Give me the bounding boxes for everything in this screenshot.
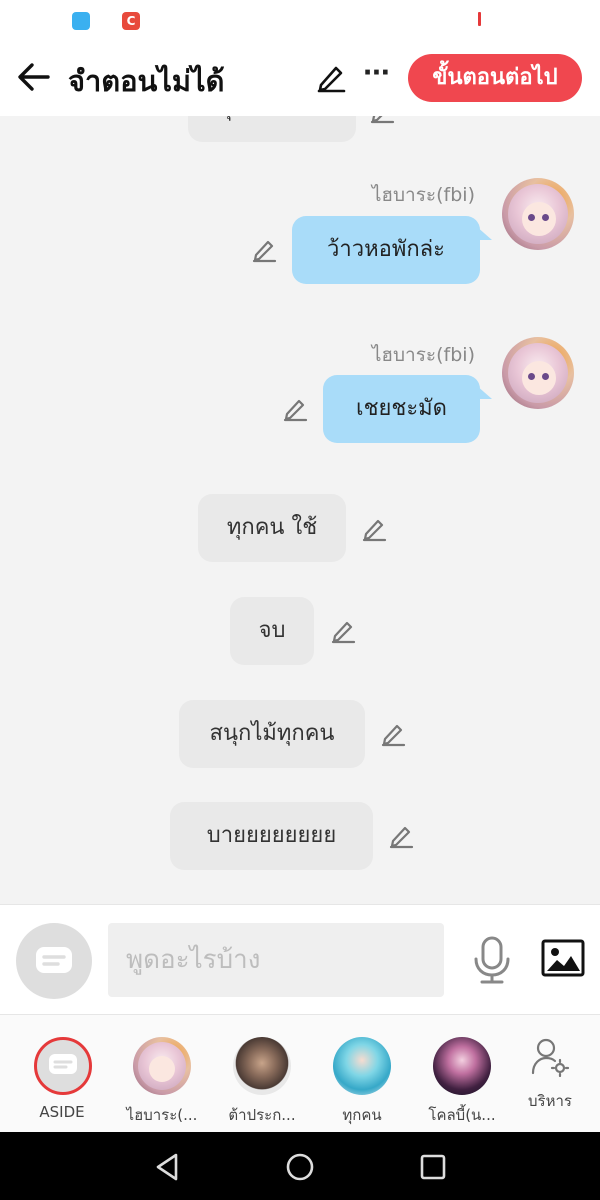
aside-avatar (34, 1037, 92, 1095)
message-bubble[interactable]: จบ (230, 597, 314, 665)
avatar (133, 1037, 191, 1095)
tab-label: โคลบี้(น... (428, 1106, 496, 1124)
bubble-tail (476, 226, 492, 240)
avatar[interactable] (502, 178, 574, 250)
pencil-icon (317, 66, 346, 93)
tab-label: บริหาร (528, 1092, 572, 1110)
status-bar: C (0, 0, 600, 44)
bubble-tail (476, 385, 492, 399)
tab-character[interactable]: ต้าประก... (212, 1015, 312, 1133)
tab-character[interactable]: โคลบี้(น... (412, 1015, 512, 1133)
page-title: จำตอนไม่ได้ (68, 64, 225, 98)
tab-character[interactable]: ทุกคน (312, 1015, 412, 1133)
back-button[interactable] (14, 56, 56, 98)
tab-label: ไฮบาระ(... (126, 1106, 198, 1124)
pencil-icon[interactable] (379, 719, 407, 747)
nav-recents-button[interactable] (416, 1150, 450, 1184)
nav-home-button[interactable] (283, 1150, 317, 1184)
sender-name: ไฮบาระ(fbi) (371, 344, 475, 366)
chat-area[interactable]: ทุกคน นั่นแ ไฮบาระ(fbi) ว้าวหอพักล่ะ ไฮบ… (0, 116, 600, 904)
system-nav-bar (0, 1132, 600, 1200)
triangle-back-icon (156, 1153, 178, 1181)
app-notification-icon: C (122, 12, 140, 30)
chat-bubble-icon (49, 1054, 77, 1074)
message-bubble[interactable]: ว้าวหอพักล่ะ (292, 216, 480, 284)
tab-label: ต้าประก... (228, 1106, 296, 1124)
sender-name: ไฮบาระ(fbi) (371, 184, 475, 206)
pencil-icon[interactable] (281, 394, 309, 422)
image-icon (541, 939, 585, 977)
next-step-button[interactable]: ขั้นตอนต่อไป (408, 54, 582, 102)
pencil-icon[interactable] (368, 116, 396, 124)
circle-home-icon (286, 1153, 314, 1181)
pencil-icon[interactable] (387, 821, 415, 849)
composer-bar (0, 904, 600, 1014)
message-input[interactable] (108, 923, 444, 997)
chat-bubble-icon (36, 947, 72, 973)
avatar (333, 1037, 391, 1095)
avatar (433, 1037, 491, 1095)
message-bubble[interactable]: เชยชะมัด (323, 375, 480, 443)
message-bubble[interactable]: ทุกคน ใช้ (198, 494, 346, 562)
pencil-icon[interactable] (360, 514, 388, 542)
tab-character[interactable]: ไฮบาระ(... (112, 1015, 212, 1133)
avatar[interactable] (502, 337, 574, 409)
square-recents-icon (420, 1154, 446, 1180)
message-type-toggle[interactable] (16, 923, 92, 999)
edit-title-button[interactable] (314, 60, 348, 94)
pencil-icon[interactable] (329, 616, 357, 644)
more-options-button[interactable]: ··· (360, 60, 392, 94)
user-settings-icon (531, 1038, 570, 1077)
battery-indicator-icon (478, 12, 481, 26)
tab-label: ทุกคน (342, 1106, 382, 1124)
avatar (233, 1037, 291, 1095)
microphone-icon (474, 936, 510, 984)
nav-back-button[interactable] (150, 1150, 184, 1184)
pencil-icon[interactable] (250, 235, 278, 263)
top-bar: จำตอนไม่ได้ ··· ขั้นตอนต่อไป (0, 44, 600, 116)
tab-manage[interactable]: บริหาร (500, 1015, 600, 1133)
tab-label: ASIDE (39, 1103, 85, 1121)
image-upload-button[interactable] (540, 937, 586, 981)
arrow-left-icon (18, 63, 50, 91)
microphone-button[interactable] (470, 935, 514, 985)
character-tab-bar: ASIDE ไฮบาระ(... ต้าประก... ทุกคน โคลบี้… (0, 1014, 600, 1132)
tab-aside[interactable]: ASIDE (12, 1015, 112, 1133)
message-bubble[interactable]: สนุกไม้ทุกคน (179, 700, 365, 768)
message-bubble[interactable]: บายยยยยยยย (170, 802, 373, 870)
message-bubble[interactable]: ทุกคน นั่นแ (188, 116, 356, 142)
shield-notification-icon (72, 12, 90, 30)
